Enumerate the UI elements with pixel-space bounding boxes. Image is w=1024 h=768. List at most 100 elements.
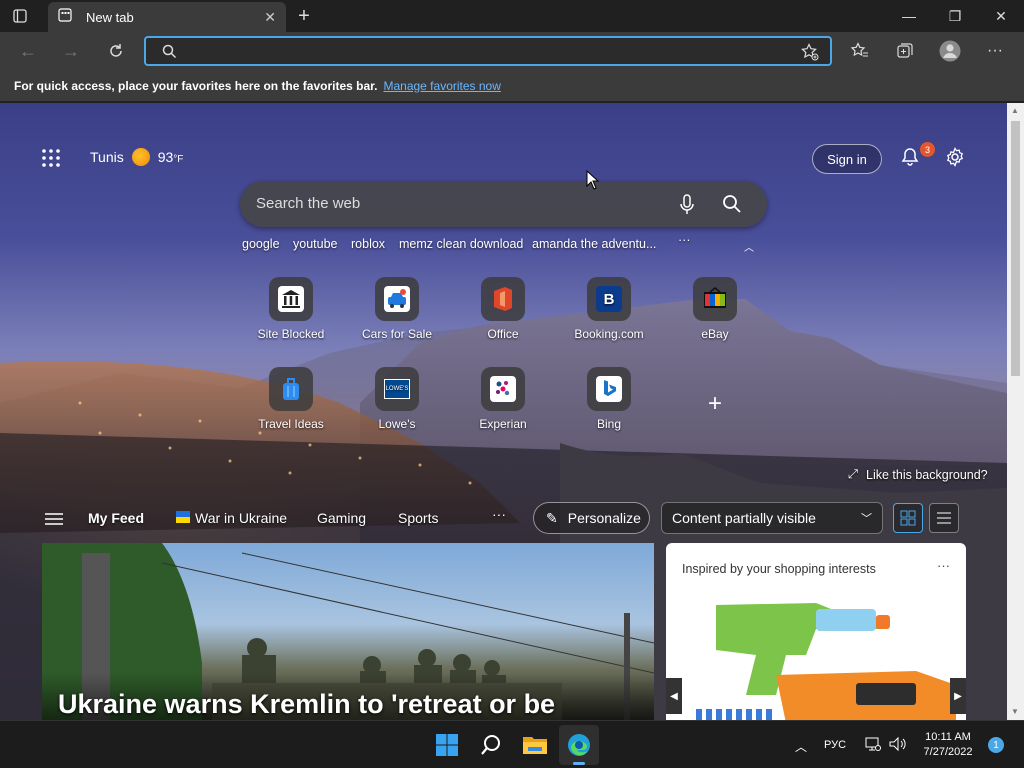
tile-label: Site Blocked bbox=[257, 327, 325, 341]
weather-widget[interactable]: Tunis 93°F bbox=[90, 148, 183, 166]
volume-icon[interactable] bbox=[889, 736, 907, 757]
microphone-icon[interactable] bbox=[679, 194, 695, 221]
favorites-icon[interactable] bbox=[845, 36, 875, 66]
tile-label: Travel Ideas bbox=[258, 417, 324, 431]
show-hidden-icons-chevron-icon[interactable]: ︿ bbox=[795, 738, 807, 755]
lowes-icon: LOWE'S bbox=[375, 367, 419, 411]
close-window-button[interactable]: ✕ bbox=[978, 0, 1024, 32]
tile-label: Bing bbox=[596, 417, 622, 431]
title-bar: New tab ✕ + — ❐ ✕ bbox=[0, 0, 1024, 32]
quick-link-tile[interactable]: eBay bbox=[662, 277, 768, 341]
language-indicator[interactable]: РУС bbox=[824, 739, 846, 751]
luggage-icon bbox=[269, 367, 313, 411]
tile-label: Office bbox=[487, 327, 519, 341]
vertical-scrollbar[interactable]: ▲ ▼ bbox=[1007, 103, 1024, 720]
shopping-card[interactable]: Inspired by your shopping interests ··· … bbox=[666, 543, 966, 720]
system-clock[interactable]: 10:11 AM 7/27/2022 bbox=[918, 730, 978, 760]
search-taskbar-icon[interactable] bbox=[471, 725, 511, 765]
page-settings-gear-icon[interactable] bbox=[945, 147, 965, 172]
news-card-main[interactable]: Ukraine warns Kremlin to 'retreat or be bbox=[42, 543, 654, 720]
quick-link-tile[interactable]: Experian bbox=[450, 367, 556, 431]
network-icon[interactable] bbox=[865, 736, 881, 757]
tab-actions-icon[interactable] bbox=[12, 8, 28, 24]
quick-link-tile[interactable]: Site Blocked bbox=[238, 277, 344, 341]
suggestion-link[interactable]: youtube bbox=[293, 237, 337, 251]
quick-link-tile[interactable]: Office bbox=[450, 277, 556, 341]
personalize-button[interactable]: ✎ Personalize bbox=[533, 502, 650, 534]
tab-new-tab[interactable]: New tab ✕ bbox=[48, 2, 286, 32]
pencil-icon: ✎ bbox=[546, 509, 558, 526]
minimize-button[interactable]: — bbox=[886, 0, 932, 32]
suggestion-link[interactable]: amanda the adventu... bbox=[532, 237, 656, 251]
forward-button[interactable]: → bbox=[56, 36, 86, 66]
refresh-button[interactable] bbox=[101, 36, 131, 66]
experian-icon bbox=[481, 367, 525, 411]
add-favorite-icon[interactable] bbox=[801, 43, 819, 66]
quick-link-tile[interactable]: B Booking.com bbox=[556, 277, 662, 341]
web-search-box[interactable]: Search the web bbox=[240, 181, 767, 227]
quick-link-tile[interactable]: Bing bbox=[556, 367, 662, 431]
collapse-chevron-up-icon[interactable]: ︿ bbox=[744, 239, 754, 254]
card-more-options[interactable]: ··· bbox=[937, 558, 950, 573]
sign-in-button[interactable]: Sign in bbox=[812, 144, 882, 174]
address-bar[interactable] bbox=[144, 36, 832, 66]
like-background-link[interactable]: ⤢ Like this background? bbox=[848, 467, 988, 482]
personalize-label: Personalize bbox=[567, 510, 641, 526]
scroll-down-arrow-icon[interactable]: ▼ bbox=[1011, 707, 1019, 716]
grid-layout-icon[interactable] bbox=[893, 503, 923, 533]
carousel-next-button[interactable]: ▶ bbox=[950, 678, 966, 714]
quick-link-tile[interactable]: Travel Ideas bbox=[238, 367, 344, 431]
product-image bbox=[696, 603, 956, 720]
carousel-prev-button[interactable]: ◀ bbox=[666, 678, 682, 714]
clock-time: 10:11 AM bbox=[925, 731, 971, 743]
restore-button[interactable]: ❐ bbox=[932, 0, 978, 32]
menu-hamburger-icon[interactable] bbox=[45, 512, 63, 531]
address-input[interactable] bbox=[182, 41, 782, 61]
more-suggestions-button[interactable]: ··· bbox=[678, 233, 691, 247]
file-explorer-icon[interactable] bbox=[515, 725, 555, 765]
suggestion-link[interactable]: roblox bbox=[351, 237, 385, 251]
clock-date: 7/27/2022 bbox=[923, 746, 973, 758]
list-layout-icon[interactable] bbox=[929, 503, 959, 533]
mouse-cursor-icon bbox=[586, 170, 600, 190]
favorites-bar: For quick access, place your favorites h… bbox=[0, 70, 1024, 102]
start-windows-icon[interactable] bbox=[427, 725, 467, 765]
search-submit-icon[interactable] bbox=[722, 194, 742, 219]
settings-more-icon[interactable]: ··· bbox=[980, 36, 1010, 66]
tile-label: eBay bbox=[701, 327, 729, 341]
tab-my-feed[interactable]: My Feed bbox=[88, 510, 144, 526]
news-headline[interactable]: Ukraine warns Kremlin to 'retreat or be bbox=[58, 689, 555, 720]
tab-war-in-ukraine[interactable]: War in Ukraine bbox=[195, 510, 287, 526]
content-visibility-dropdown[interactable]: Content partially visible ﹀ bbox=[661, 502, 883, 534]
tile-label: Booking.com bbox=[574, 327, 644, 341]
add-tile-plus-icon[interactable]: + bbox=[700, 389, 730, 419]
edge-browser-icon[interactable] bbox=[559, 725, 599, 765]
scroll-thumb[interactable] bbox=[1011, 121, 1020, 376]
weather-temp: 93°F bbox=[157, 149, 184, 165]
manage-favorites-link[interactable]: Manage favorites now bbox=[383, 79, 500, 93]
suggestion-link[interactable]: memz clean download bbox=[399, 237, 523, 251]
apps-launcher-icon[interactable] bbox=[42, 149, 60, 172]
tab-title: New tab bbox=[86, 9, 134, 25]
back-button[interactable]: ← bbox=[13, 36, 43, 66]
quick-link-tile[interactable]: LOWE'S Lowe's bbox=[344, 367, 450, 431]
bell-icon[interactable] bbox=[900, 147, 920, 172]
tile-label: Cars for Sale bbox=[361, 327, 433, 341]
toolbar: ← → ··· bbox=[0, 32, 1024, 70]
scroll-up-arrow-icon[interactable]: ▲ bbox=[1011, 106, 1019, 115]
ukraine-flag-icon bbox=[176, 511, 190, 523]
new-tab-plus-icon[interactable]: + bbox=[294, 5, 314, 27]
collections-icon[interactable] bbox=[890, 36, 920, 66]
suggestion-link[interactable]: google bbox=[242, 237, 280, 251]
search-placeholder[interactable]: Search the web bbox=[256, 195, 360, 212]
tab-gaming[interactable]: Gaming bbox=[317, 510, 366, 526]
quick-link-tile[interactable]: Cars for Sale bbox=[344, 277, 450, 341]
tab-close-icon[interactable]: ✕ bbox=[264, 9, 276, 26]
notification-center-badge[interactable]: 1 bbox=[988, 737, 1004, 753]
tab-sports[interactable]: Sports bbox=[398, 510, 438, 526]
expand-icon: ⤢ bbox=[848, 467, 859, 481]
more-feed-tabs-button[interactable]: ··· bbox=[492, 506, 506, 522]
booking-icon: B bbox=[587, 277, 631, 321]
newtab-page: Tunis 93°F Sign in 3 Search the web goog… bbox=[0, 103, 1007, 720]
profile-avatar[interactable] bbox=[935, 36, 965, 66]
